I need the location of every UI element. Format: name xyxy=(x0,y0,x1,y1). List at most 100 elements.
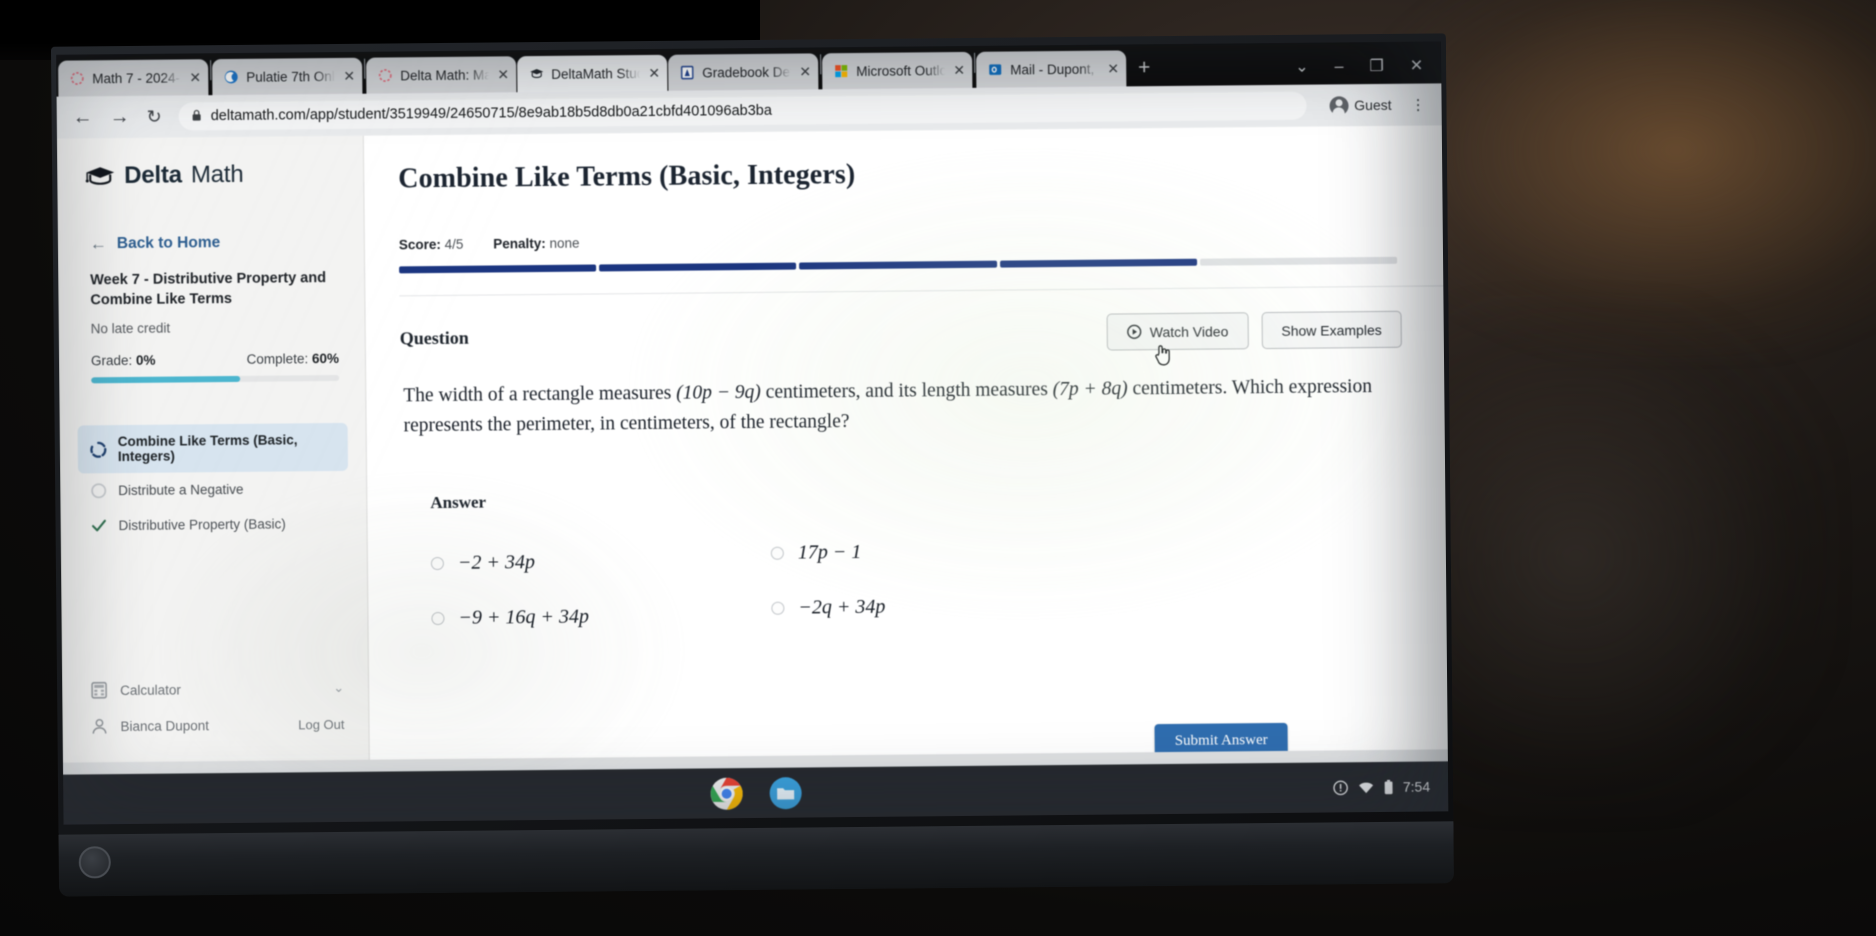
maximize-button[interactable]: ❐ xyxy=(1369,58,1384,75)
question-action-buttons: Watch Video Show Examples xyxy=(1106,310,1402,366)
sidebar-item-distribute-a-negative[interactable]: Distribute a Negative xyxy=(78,471,348,509)
user-row[interactable]: Bianca Dupont Log Out xyxy=(90,706,345,744)
power-button[interactable] xyxy=(78,846,111,879)
browser-tab-6[interactable]: Mail - Dupont, Bia ✕ xyxy=(976,50,1127,88)
new-tab-button[interactable]: + xyxy=(1127,51,1161,85)
close-window-button[interactable]: ✕ xyxy=(1410,58,1424,75)
tab-close-icon[interactable]: ✕ xyxy=(1106,60,1120,76)
answer-choice-b[interactable]: −9 + 16q + 34p xyxy=(431,595,761,639)
completion-progress-bar xyxy=(91,375,340,384)
wifi-icon xyxy=(1358,781,1374,794)
chevron-down-icon[interactable]: ⌄ xyxy=(333,680,344,696)
radio-button-icon[interactable] xyxy=(771,602,785,616)
answer-choice-label: −2 + 34p xyxy=(457,551,536,575)
avatar xyxy=(1329,95,1349,115)
submit-answer-button[interactable]: Submit Answer xyxy=(1154,722,1288,760)
minimize-button[interactable]: – xyxy=(1334,58,1343,75)
back-to-home-link[interactable]: ← Back to Home xyxy=(57,188,364,255)
browser-tab-4[interactable]: Gradebook Details ✕ xyxy=(668,53,819,91)
question-expression-2: (7p + 8q) xyxy=(1052,378,1128,401)
chrome-icon[interactable] xyxy=(709,777,743,810)
answer-choice-a[interactable]: −2 + 34p xyxy=(430,540,761,584)
complete-value: 60% xyxy=(311,351,340,367)
profile-label: Guest xyxy=(1354,96,1392,114)
question-expression-1: (10p − 9q) xyxy=(676,381,761,404)
show-examples-label: Show Examples xyxy=(1281,321,1382,339)
check-icon xyxy=(90,517,107,534)
browser-tab-3-active[interactable]: DeltaMath Studen ✕ xyxy=(517,54,668,93)
main-content: Combine Like Terms (Basic, Integers) Sco… xyxy=(364,125,1448,760)
reload-icon[interactable]: ↻ xyxy=(147,107,162,127)
tab-label: Gradebook Details xyxy=(702,64,792,80)
browser-tab-5[interactable]: Microsoft Outlook ✕ xyxy=(822,51,973,90)
address-bar[interactable]: deltamath.com/app/student/3519949/246507… xyxy=(178,91,1307,131)
screen: Math 7 - 2024-202 ✕ Pulatie 7th Online ✕ xyxy=(56,41,1449,825)
log-out-button[interactable]: Log Out xyxy=(298,716,344,731)
question-text-part-1: The width of a rectangle measures xyxy=(403,382,672,407)
tab-separator xyxy=(974,52,976,73)
sidebar-item-combine-like-terms[interactable]: Combine Like Terms (Basic, Integers) xyxy=(77,423,349,474)
score-label: Score: xyxy=(398,236,441,253)
browser-tab-2[interactable]: Delta Math: Math ✕ xyxy=(366,56,517,94)
tab-close-icon[interactable]: ✕ xyxy=(647,65,661,81)
profile-button[interactable]: Guest xyxy=(1323,95,1392,115)
radio-button-icon[interactable] xyxy=(431,612,445,626)
tab-label: Pulatie 7th Online xyxy=(246,68,336,85)
battery-icon xyxy=(1384,779,1393,794)
progress-segment-3 xyxy=(799,260,997,270)
answer-heading: Answer xyxy=(430,492,487,513)
tab-separator xyxy=(820,54,822,75)
tab-close-icon[interactable]: ✕ xyxy=(188,69,202,85)
outlook-o-icon xyxy=(987,62,1003,78)
tab-close-icon[interactable]: ✕ xyxy=(798,63,812,79)
back-to-home-label: Back to Home xyxy=(116,234,221,253)
question-header: Question Watch Video Show Examples xyxy=(365,286,1444,366)
chevron-down-icon[interactable]: ⌄ xyxy=(1295,59,1309,76)
grade-value: 0% xyxy=(135,352,156,369)
tab-label: Microsoft Outlook xyxy=(856,62,946,79)
deltamath-logo[interactable]: Delta Math xyxy=(57,136,363,191)
tab-label: Mail - Dupont, Bia xyxy=(1010,61,1099,78)
empty-circle-icon xyxy=(90,482,107,499)
system-tray[interactable]: 7:54 xyxy=(1333,779,1430,796)
chromebook-device: Math 7 - 2024-202 ✕ Pulatie 7th Online ✕ xyxy=(50,33,1455,897)
browser-tab-1[interactable]: Pulatie 7th Online ✕ xyxy=(212,57,363,96)
calculator-label: Calculator xyxy=(120,681,181,698)
watch-video-button[interactable]: Watch Video xyxy=(1106,312,1249,351)
answer-choice-label: 17p − 1 xyxy=(797,541,862,565)
answer-choice-d[interactable]: −2q + 34p xyxy=(771,575,1446,636)
penalty-wrap: Penalty: none xyxy=(493,236,579,252)
window-controls: ⌄ – ❐ ✕ xyxy=(1295,58,1441,84)
play-circle-icon xyxy=(1127,324,1142,339)
sidebar: Delta Math ← Back to Home Week 7 - Distri… xyxy=(56,135,370,763)
sidebar-item-label: Combine Like Terms (Basic, Integers) xyxy=(117,432,298,465)
progress-segment-5 xyxy=(1199,256,1398,266)
answer-choice-c[interactable]: 17p − 1 xyxy=(770,520,1446,581)
tab-separator xyxy=(364,58,366,79)
files-icon[interactable] xyxy=(768,776,802,809)
tab-close-icon[interactable]: ✕ xyxy=(496,66,510,82)
question-progress-segments xyxy=(399,256,1398,274)
user-name: Bianca Dupont xyxy=(120,717,210,734)
graduation-cap-icon xyxy=(528,66,544,82)
user-icon xyxy=(90,717,108,735)
browser-menu-icon[interactable]: ⋮ xyxy=(1408,96,1427,114)
sidebar-item-distributive-property-basic[interactable]: Distributive Property (Basic) xyxy=(78,506,348,544)
tray-clock: 7:54 xyxy=(1402,778,1431,795)
show-examples-button[interactable]: Show Examples xyxy=(1261,310,1402,350)
calculator-row[interactable]: Calculator ⌄ xyxy=(90,670,344,708)
forward-icon[interactable]: → xyxy=(110,106,130,128)
in-progress-circle-icon xyxy=(90,441,107,458)
back-icon[interactable]: ← xyxy=(73,106,93,128)
progress-segment-2 xyxy=(599,262,797,272)
grade-progress: Grade: 0% Complete: 60% xyxy=(59,334,365,384)
tab-close-icon[interactable]: ✕ xyxy=(952,62,966,78)
radio-button-icon[interactable] xyxy=(430,557,444,571)
browser-tab-0[interactable]: Math 7 - 2024-202 ✕ xyxy=(58,59,209,97)
tab-close-icon[interactable]: ✕ xyxy=(342,68,356,84)
problem-list: Combine Like Terms (Basic, Integers) Dis… xyxy=(60,423,367,544)
radio-button-icon[interactable] xyxy=(770,547,784,561)
penalty-value: none xyxy=(549,235,580,251)
notification-icon xyxy=(1333,780,1348,795)
blue-circle-icon xyxy=(223,69,239,85)
